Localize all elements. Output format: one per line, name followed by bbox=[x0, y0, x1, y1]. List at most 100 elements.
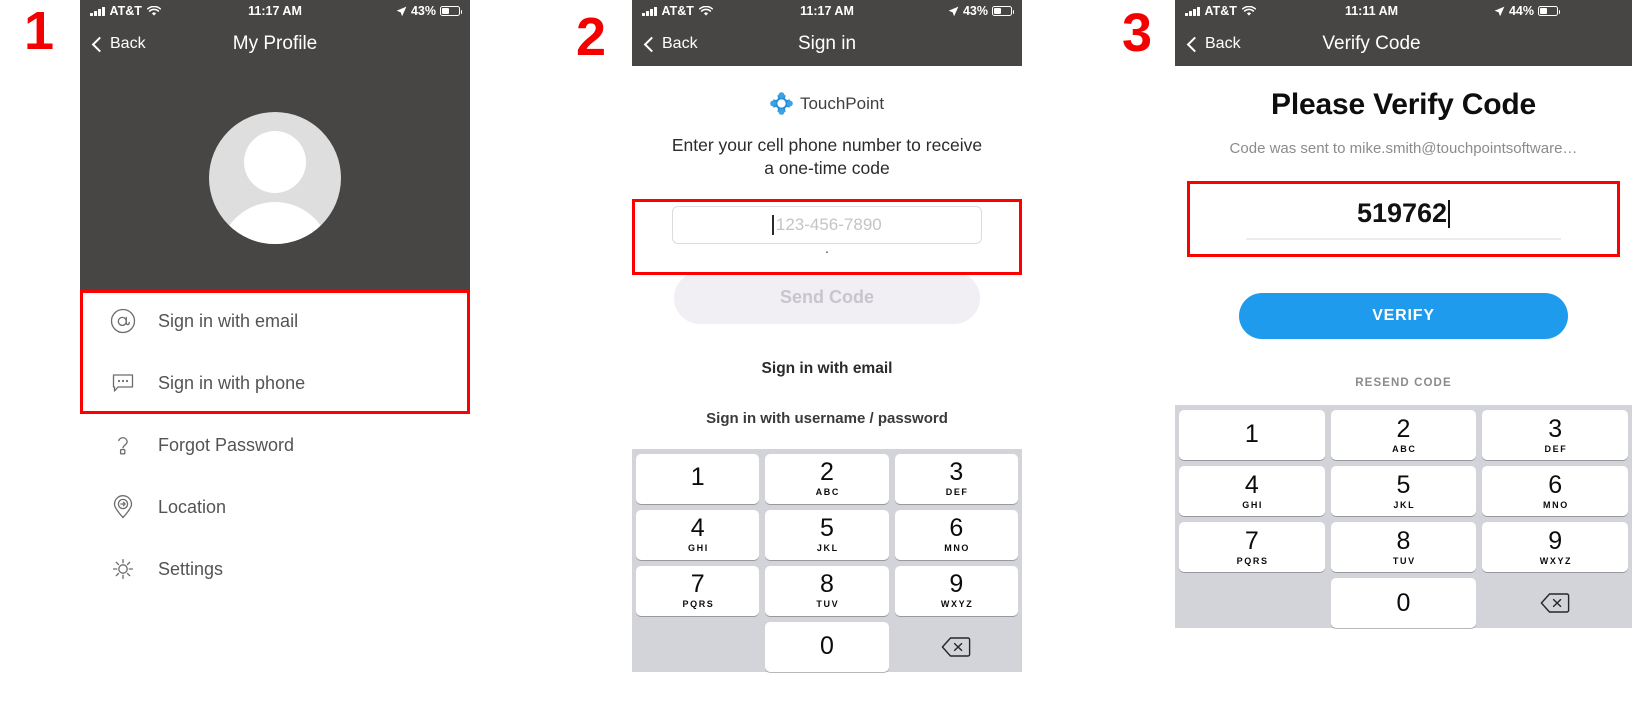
keypad-key-6[interactable]: 6 MNO bbox=[1482, 466, 1628, 516]
key-letters: WXYZ bbox=[940, 599, 974, 609]
signal-bars-icon bbox=[90, 6, 105, 16]
key-number: 2 bbox=[820, 458, 834, 486]
keypad-key-9[interactable]: 9 WXYZ bbox=[1482, 522, 1628, 572]
chevron-left-icon bbox=[1186, 36, 1203, 52]
navigation-bar: Back Verify Code bbox=[1175, 22, 1632, 66]
numeric-keypad: 1 2 ABC 3 DEF 4 GHI 5 JKL 6 MNO 7 PQRS 8… bbox=[1175, 405, 1632, 628]
keypad-key-5[interactable]: 5 JKL bbox=[1330, 466, 1477, 516]
key-letters: TUV bbox=[816, 599, 840, 609]
code-value-row: 519762 bbox=[1356, 198, 1451, 229]
menu-item-settings[interactable]: Settings bbox=[80, 538, 470, 600]
keypad-key-8[interactable]: 8 TUV bbox=[765, 565, 889, 616]
status-bar-right: 44% bbox=[1494, 4, 1561, 18]
status-bar-right: 43% bbox=[396, 4, 463, 18]
keypad-key-6[interactable]: 6 MNO bbox=[894, 509, 1018, 560]
keypad-key-1[interactable]: 1 bbox=[1179, 410, 1325, 460]
code-input-underline bbox=[1245, 238, 1562, 240]
profile-menu: Sign in with email Sign in with phone Fo… bbox=[80, 290, 470, 600]
gear-icon bbox=[102, 556, 144, 582]
navigation-bar: Back Sign in bbox=[632, 22, 1022, 66]
keypad-key-2[interactable]: 2 ABC bbox=[765, 453, 889, 504]
key-letters: WXYZ bbox=[1539, 555, 1573, 566]
key-number: 9 bbox=[1548, 526, 1563, 555]
location-arrow-icon bbox=[948, 6, 959, 16]
keypad-key-5[interactable]: 5 JKL bbox=[765, 509, 889, 560]
link-sign-in-with-email[interactable]: Sign in with email bbox=[632, 360, 1022, 378]
text-caret bbox=[1448, 199, 1451, 228]
key-number: 1 bbox=[1244, 419, 1259, 448]
status-bar-left: AT&T bbox=[90, 4, 161, 18]
back-button[interactable]: Back bbox=[1186, 35, 1241, 53]
key-number: 4 bbox=[690, 514, 705, 542]
keypad-key-8[interactable]: 8 TUV bbox=[1330, 522, 1477, 572]
phone-screen-my-profile: AT&T 11:17 AM 43% Back My Profile Sign i… bbox=[80, 0, 470, 720]
code-value: 519762 bbox=[1356, 198, 1448, 229]
key-number: 7 bbox=[690, 570, 705, 598]
battery-icon bbox=[1538, 6, 1561, 16]
keypad-key-4[interactable]: 4 GHI bbox=[1179, 466, 1325, 516]
back-button-label: Back bbox=[1205, 35, 1241, 52]
status-bar: AT&T 11:11 AM 44% bbox=[1175, 0, 1632, 22]
send-code-button[interactable]: Send Code bbox=[674, 271, 980, 324]
back-button[interactable]: Back bbox=[643, 35, 698, 53]
default-avatar-icon[interactable] bbox=[209, 112, 341, 244]
menu-item-sign-in-with-phone[interactable]: Sign in with phone bbox=[80, 352, 470, 414]
keypad-key-3[interactable]: 3 DEF bbox=[894, 453, 1018, 504]
text-caret bbox=[772, 214, 774, 235]
keypad-key-3[interactable]: 3 DEF bbox=[1482, 410, 1628, 460]
status-bar: AT&T 11:17 AM 43% bbox=[632, 0, 1022, 22]
wifi-icon bbox=[146, 5, 161, 16]
phone-number-input[interactable]: 123-456-7890 bbox=[672, 205, 982, 244]
key-number: 6 bbox=[949, 514, 964, 542]
menu-item-label: Location bbox=[158, 496, 227, 517]
key-number: 5 bbox=[1396, 470, 1411, 499]
back-button-label: Back bbox=[662, 35, 698, 52]
keypad-key-7[interactable]: 7 PQRS bbox=[636, 565, 760, 616]
keypad-key-2[interactable]: 2 ABC bbox=[1330, 410, 1477, 460]
keypad-key-4[interactable]: 4 GHI bbox=[636, 509, 760, 560]
status-bar-left: AT&T bbox=[642, 4, 713, 18]
keypad-key-9[interactable]: 9 WXYZ bbox=[894, 565, 1018, 616]
status-bar-left: AT&T bbox=[1185, 4, 1256, 18]
key-letters: DEF bbox=[945, 487, 969, 497]
menu-item-sign-in-with-email[interactable]: Sign in with email bbox=[80, 290, 470, 352]
battery-icon bbox=[440, 6, 463, 16]
signal-bars-icon bbox=[642, 6, 657, 16]
code-sent-to-text: Code was sent to mike.smith@touchpointso… bbox=[1229, 140, 1578, 157]
keypad-key-0[interactable]: 0 bbox=[765, 621, 889, 672]
avatar-body bbox=[219, 202, 331, 244]
resend-code-link[interactable]: RESEND CODE bbox=[1175, 377, 1632, 389]
back-button[interactable]: Back bbox=[91, 35, 146, 53]
brand-logo: TouchPoint bbox=[632, 92, 1022, 115]
location-arrow-icon bbox=[1494, 6, 1505, 16]
chevron-left-icon bbox=[91, 36, 108, 52]
status-bar: AT&T 11:17 AM 43% bbox=[80, 0, 470, 22]
key-letters: DEF bbox=[1544, 443, 1568, 454]
carrier-label: AT&T bbox=[109, 4, 142, 18]
keypad-key-1[interactable]: 1 bbox=[636, 453, 760, 504]
menu-item-location[interactable]: Location bbox=[80, 476, 470, 538]
key-number: 4 bbox=[1244, 470, 1259, 499]
backspace-icon bbox=[942, 636, 971, 657]
location-pin-icon bbox=[102, 494, 144, 520]
field-dot-marker: · bbox=[824, 242, 830, 260]
keypad-key-delete[interactable] bbox=[1482, 578, 1628, 628]
key-letters: MNO bbox=[1543, 499, 1569, 510]
keypad-key-0[interactable]: 0 bbox=[1330, 578, 1477, 628]
battery-percent-label: 43% bbox=[410, 4, 436, 18]
verification-code-input[interactable]: 519762 bbox=[1187, 181, 1620, 257]
status-bar-right: 43% bbox=[948, 4, 1015, 18]
key-letters: PQRS bbox=[1236, 555, 1269, 566]
keypad-key-delete[interactable] bbox=[895, 622, 1018, 672]
key-letters: PQRS bbox=[682, 599, 715, 609]
key-number: 9 bbox=[949, 570, 964, 598]
menu-item-label: Forgot Password bbox=[158, 434, 295, 455]
back-button-label: Back bbox=[110, 35, 146, 52]
key-letters: JKL bbox=[1393, 499, 1416, 510]
link-sign-in-with-username[interactable]: Sign in with username / password bbox=[632, 410, 1022, 427]
step-number-1: 1 bbox=[24, 1, 55, 61]
menu-item-forgot-password[interactable]: Forgot Password bbox=[80, 414, 470, 476]
key-letters: GHI bbox=[1242, 499, 1264, 510]
verify-button[interactable]: VERIFY bbox=[1239, 293, 1568, 339]
keypad-key-7[interactable]: 7 PQRS bbox=[1179, 522, 1325, 572]
